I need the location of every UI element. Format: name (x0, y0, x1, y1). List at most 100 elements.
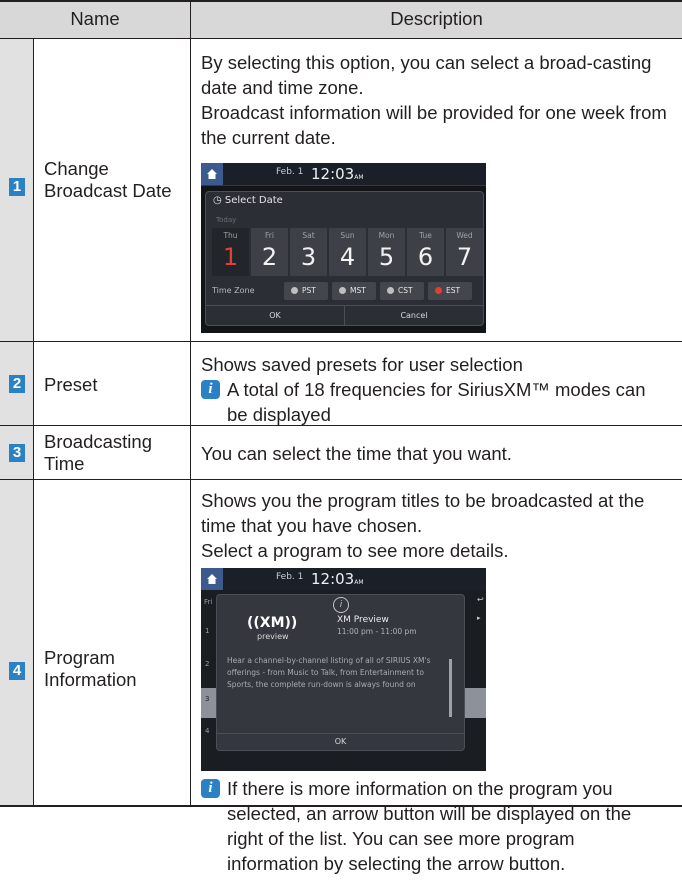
day-number: 3 (300, 243, 317, 271)
select-date-screenshot: Feb. 1 12:03AM ◷ Select Date Today Thu 1 … (201, 163, 486, 333)
day-selector: Thu 1 Fri 2 Sat 3 Sun 4 Mon 5 Tue 6 Wed 7 (212, 228, 483, 276)
table-header-rule (0, 38, 682, 39)
clock-icon: ◷ (213, 195, 225, 206)
row-2-badge: 2 (9, 375, 25, 393)
row-4-note-text: If there is more information on the prog… (227, 778, 632, 874)
info-icon: i (201, 779, 220, 798)
zone-label: EST (446, 286, 461, 295)
row-1-name: Change Broadcast Date (44, 158, 172, 201)
table-row-rule (0, 479, 682, 480)
row-1-desc-line: Broadcast information will be provided f… (201, 102, 667, 148)
table-column-rule (33, 39, 34, 805)
list-row-number: 4 (205, 727, 210, 735)
day-button-wed[interactable]: Wed 7 (446, 228, 483, 276)
row-2-desc-line: Shows saved presets for user selection (201, 354, 523, 375)
day-button-sat[interactable]: Sat 3 (290, 228, 327, 276)
row-4-description: Shows you the program titles to be broad… (201, 488, 671, 563)
radio-icon (291, 287, 298, 294)
table-row-rule (0, 425, 682, 426)
row-3-description: You can select the time that you want. (201, 441, 671, 466)
row-1-badge: 1 (9, 178, 25, 196)
day-button-sun[interactable]: Sun 4 (329, 228, 366, 276)
radio-icon (387, 287, 394, 294)
row-1-desc-line: By selecting this option, you can select… (201, 52, 652, 98)
ok-button[interactable]: OK (217, 733, 464, 750)
row-2-note-text: A total of 18 frequencies for SiriusXM™ … (227, 379, 646, 425)
select-date-dialog: ◷ Select Date Today Thu 1 Fri 2 Sat 3 Sun 4 … (205, 191, 484, 326)
xm-logo: ((XM)) (247, 615, 298, 631)
time-zone-label: Time Zone (212, 286, 255, 295)
list-tab-label: Fri (204, 598, 213, 606)
day-name: Sat (302, 231, 315, 240)
header-description: Description (191, 0, 682, 38)
dialog-title-text: Select Date (224, 195, 283, 206)
status-date: Feb. 1 (276, 572, 304, 582)
day-button-mon[interactable]: Mon 5 (368, 228, 405, 276)
today-label: Today (216, 216, 237, 224)
table-column-rule (190, 0, 191, 805)
manual-page: Name Description 1 Change Broadcast Date… (0, 0, 682, 888)
status-ampm: AM (354, 174, 364, 181)
time-zone-cst[interactable]: CST (380, 282, 424, 300)
status-time-value: 12:03 (311, 165, 355, 183)
time-zone-pst[interactable]: PST (284, 282, 328, 300)
program-title: XM Preview (337, 615, 389, 625)
back-arrow-icon[interactable]: ↩ (477, 595, 484, 604)
day-number: 4 (339, 243, 356, 271)
day-button-tue[interactable]: Tue 6 (407, 228, 444, 276)
row-2-name: Preset (44, 374, 98, 395)
day-name: Wed (456, 231, 473, 240)
day-number: 1 (222, 243, 239, 271)
table-row-rule (0, 341, 682, 342)
row-3-desc-line: You can select the time that you want. (201, 443, 512, 464)
list-row-number: 2 (205, 660, 210, 668)
row-4-note: i If there is more information on the pr… (201, 776, 671, 876)
table-top-rule (0, 0, 682, 2)
row-3-badge: 3 (9, 444, 25, 462)
radio-selected-icon (435, 287, 442, 294)
xm-logo-subtitle: preview (257, 632, 289, 641)
home-icon[interactable] (201, 163, 223, 185)
day-number: 6 (417, 243, 434, 271)
ok-button[interactable]: OK (206, 306, 345, 325)
time-zone-row: Time Zone PST MST CST EST (212, 282, 478, 300)
time-zone-mst[interactable]: MST (332, 282, 376, 300)
row-4-name: Program Information (44, 647, 137, 690)
row-2-note: i A total of 18 frequencies for SiriusXM… (201, 377, 671, 427)
row-4-note-block: i If there is more information on the pr… (201, 776, 671, 876)
day-number: 5 (378, 243, 395, 271)
scrollbar[interactable] (449, 659, 452, 717)
arrow-right-icon[interactable]: ▸ (477, 614, 481, 622)
row-4-desc-line: Shows you the program titles to be broad… (201, 490, 645, 536)
list-row-number: 1 (205, 627, 210, 635)
info-icon: i (201, 380, 220, 399)
day-name: Sun (340, 231, 355, 240)
dialog-title: ◷ Select Date (213, 195, 283, 206)
info-icon: i (333, 597, 349, 613)
program-info-screenshot: Feb. 1 12:03AM Fri 1 2 3 4 ↩ ▸ i ((XM)) … (201, 568, 486, 771)
row-1-description: By selecting this option, you can select… (201, 50, 671, 150)
row-4-badge: 4 (9, 662, 25, 680)
status-time: 12:03AM (311, 163, 364, 189)
day-name: Thu (223, 231, 238, 240)
zone-label: CST (398, 286, 413, 295)
home-icon[interactable] (201, 568, 223, 590)
row-2-description: Shows saved presets for user selection i… (201, 352, 671, 427)
radio-icon (339, 287, 346, 294)
zone-label: PST (302, 286, 316, 295)
program-time: 11:00 pm - 11:00 pm (337, 627, 417, 636)
row-4-number-cell (0, 480, 33, 805)
dialog-buttons: OK Cancel (206, 305, 483, 325)
header-name: Name (0, 0, 190, 38)
day-name: Mon (378, 231, 395, 240)
status-ampm: AM (354, 579, 364, 586)
day-button-fri[interactable]: Fri 2 (251, 228, 288, 276)
zone-label: MST (350, 286, 366, 295)
day-number: 2 (261, 243, 278, 271)
day-number: 7 (456, 243, 473, 271)
status-time-value: 12:03 (311, 570, 355, 588)
day-name: Tue (419, 231, 432, 240)
time-zone-est[interactable]: EST (428, 282, 472, 300)
day-button-thu[interactable]: Thu 1 (212, 228, 249, 276)
cancel-button[interactable]: Cancel (345, 306, 483, 325)
